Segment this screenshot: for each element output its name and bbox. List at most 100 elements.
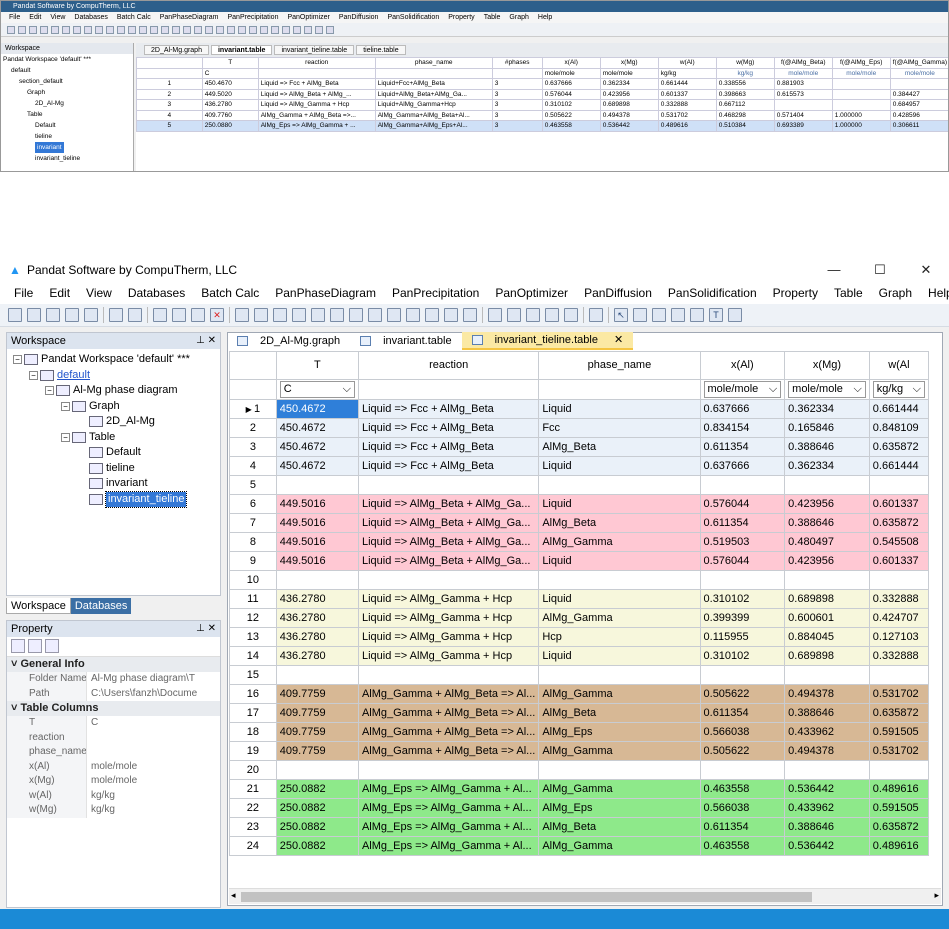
property-row[interactable]: x(Mg) mole/mole <box>7 774 220 789</box>
table-cell[interactable]: 0.611354 <box>699 703 786 723</box>
row-number[interactable]: 2 <box>229 418 277 438</box>
collapse-icon[interactable]: − <box>13 355 22 365</box>
row-number[interactable]: 18 <box>229 722 277 742</box>
table-cell[interactable]: Liquid => AlMg_Beta + AlMg_Ga... <box>357 513 540 533</box>
preview-column-header[interactable]: x(Al) <box>541 57 601 69</box>
table-cell[interactable]: Liquid => Fcc + AlMg_Beta <box>357 418 540 438</box>
preview-column-header[interactable]: T <box>201 57 259 69</box>
scroll-right-icon[interactable]: ▸ <box>934 890 939 901</box>
tool-icon[interactable] <box>7 26 15 34</box>
table-cell[interactable]: AlMg_Gamma <box>538 741 701 761</box>
table-cell[interactable]: 0.611354 <box>699 437 786 457</box>
table-cell[interactable]: AlMg_Gamma + AlMg_Beta => Al... <box>357 703 540 723</box>
preview-cell[interactable]: 0.310102 <box>541 99 601 111</box>
preview-cell[interactable]: 0.615573 <box>773 88 833 100</box>
table-cell[interactable] <box>357 665 540 685</box>
table-cell[interactable] <box>699 665 786 685</box>
preview-cell[interactable]: Liquid+AlMg_Gamma+Hcp <box>374 99 493 111</box>
menu-graph[interactable]: Graph <box>879 286 912 300</box>
table-cell[interactable]: 0.635872 <box>868 513 929 533</box>
tree-node-table-default[interactable]: Default <box>9 445 218 461</box>
preview-column-header[interactable]: #phases <box>491 57 543 69</box>
table-cell[interactable]: AlMg_Gamma <box>538 684 701 704</box>
preview-cell[interactable]: 409.7760 <box>201 109 259 121</box>
preview-cell[interactable]: 250.0880 <box>201 120 259 132</box>
category-general-info[interactable]: ˅ General Info <box>7 657 220 672</box>
panel-close-icon[interactable]: ✕ <box>208 623 216 634</box>
preview-cell[interactable]: 0.505622 <box>541 109 601 121</box>
table-cell[interactable]: 0.463558 <box>699 779 786 799</box>
preview-unit-cell[interactable]: kg/kg <box>715 67 775 79</box>
table-cell[interactable]: 0.423956 <box>784 494 870 514</box>
preview-tree-node[interactable]: Default <box>1 120 133 131</box>
menu-view[interactable]: View <box>86 286 112 300</box>
table-cell[interactable]: 0.635872 <box>868 817 929 837</box>
table-cell[interactable]: Liquid <box>538 399 701 419</box>
table-cell[interactable]: 0.494378 <box>784 741 870 761</box>
table-cell[interactable]: AlMg_Beta <box>538 703 701 723</box>
preview-cell[interactable]: Liquid => Fcc + AlMg_Beta <box>257 78 376 90</box>
table-row[interactable]: 12 436.2780 Liquid => AlMg_Gamma + Hcp AlMg… <box>229 608 929 628</box>
tool-icon[interactable] <box>18 26 26 34</box>
table-cell[interactable]: 0.480497 <box>784 532 870 552</box>
preview-column-header[interactable]: phase_name <box>374 57 493 69</box>
table-cell[interactable]: AlMg_Beta <box>538 817 701 837</box>
preview-table-row[interactable]: 5 250.0880 AlMg_Eps => AlMg_Gamma + ... AlM… <box>136 120 948 132</box>
table-cell[interactable]: Liquid => AlMg_Gamma + Hcp <box>357 608 540 628</box>
row-number[interactable]: 8 <box>229 532 277 552</box>
maximize-button[interactable]: ☐ <box>857 258 903 282</box>
table-row[interactable]: 18 409.7759 AlMg_Gamma + AlMg_Beta => Al..… <box>229 722 929 742</box>
table-cell[interactable]: 409.7759 <box>275 741 359 761</box>
table-cell[interactable]: 0.519503 <box>699 532 786 552</box>
table-cell[interactable]: 0.310102 <box>699 646 786 666</box>
preview-cell[interactable]: 0.510384 <box>715 120 775 132</box>
pin-icon[interactable]: ⊥ <box>196 335 205 346</box>
table-row[interactable]: 8 449.5016 Liquid => AlMg_Beta + AlMg_Ga..… <box>229 532 929 552</box>
tool-icon[interactable] <box>29 26 37 34</box>
table-cell[interactable]: 436.2780 <box>275 589 359 609</box>
menu-panprecipitation[interactable]: PanPrecipitation <box>392 286 479 300</box>
tool-icon[interactable] <box>282 26 290 34</box>
horizontal-scrollbar[interactable]: ◂ ▸ <box>229 888 941 904</box>
table-row[interactable]: 15 <box>229 665 929 685</box>
tool-icon[interactable] <box>84 26 92 34</box>
row-number[interactable]: 3 <box>229 437 277 457</box>
table-cell[interactable] <box>357 760 540 780</box>
preview-menu-item[interactable]: Edit <box>29 12 41 23</box>
row-number[interactable]: 9 <box>229 551 277 571</box>
preview-menu-item[interactable]: Batch Calc <box>117 12 151 23</box>
preview-cell[interactable]: 3 <box>491 120 543 132</box>
preview-menu-item[interactable]: PanOptimizer <box>287 12 329 23</box>
preview-cell[interactable]: 0.489616 <box>657 120 717 132</box>
section-calc-icon[interactable] <box>330 308 344 322</box>
table-cell[interactable]: 450.4672 <box>275 437 359 457</box>
table-cell[interactable]: Liquid => Fcc + AlMg_Beta <box>357 456 540 476</box>
table-cell[interactable]: 409.7759 <box>275 684 359 704</box>
table-cell[interactable]: 0.165846 <box>784 418 870 438</box>
tool-icon[interactable] <box>216 26 224 34</box>
categorized-icon[interactable] <box>11 639 25 653</box>
preview-cell[interactable]: 1.000000 <box>831 120 891 132</box>
table-cell[interactable]: 0.637666 <box>699 456 786 476</box>
table-row[interactable]: 2 450.4672 Liquid => Fcc + AlMg_Beta Fcc 0.8… <box>229 418 929 438</box>
table-cell[interactable]: 0.545508 <box>868 532 929 552</box>
menu-databases[interactable]: Databases <box>128 286 185 300</box>
row-number[interactable]: 23 <box>229 817 277 837</box>
new-workspace-icon[interactable] <box>8 308 22 322</box>
table-cell[interactable]: 450.4672 <box>275 456 359 476</box>
table-cell[interactable]: 0.576044 <box>699 494 786 514</box>
table-cell[interactable]: 436.2780 <box>275 646 359 666</box>
preview-doc-tab[interactable]: tieline.table <box>356 45 406 55</box>
table-row[interactable]: 19 409.7759 AlMg_Gamma + AlMg_Beta => Al..… <box>229 741 929 761</box>
table-cell[interactable] <box>868 475 929 495</box>
preview-cell[interactable]: 0.667112 <box>715 99 775 111</box>
row-number[interactable]: 16 <box>229 684 277 704</box>
preview-cell[interactable]: Liquid => AlMg_Gamma + Hcp <box>257 99 376 111</box>
tool-icon[interactable] <box>293 26 301 34</box>
preview-menu-item[interactable]: Graph <box>509 12 528 23</box>
preview-tree-node[interactable]: section_default <box>1 76 133 87</box>
table-cell[interactable]: 0.848109 <box>868 418 929 438</box>
column-header[interactable]: x(Mg) <box>784 351 870 380</box>
solidification-icon[interactable] <box>387 308 401 322</box>
table-cell[interactable]: 436.2780 <box>275 627 359 647</box>
